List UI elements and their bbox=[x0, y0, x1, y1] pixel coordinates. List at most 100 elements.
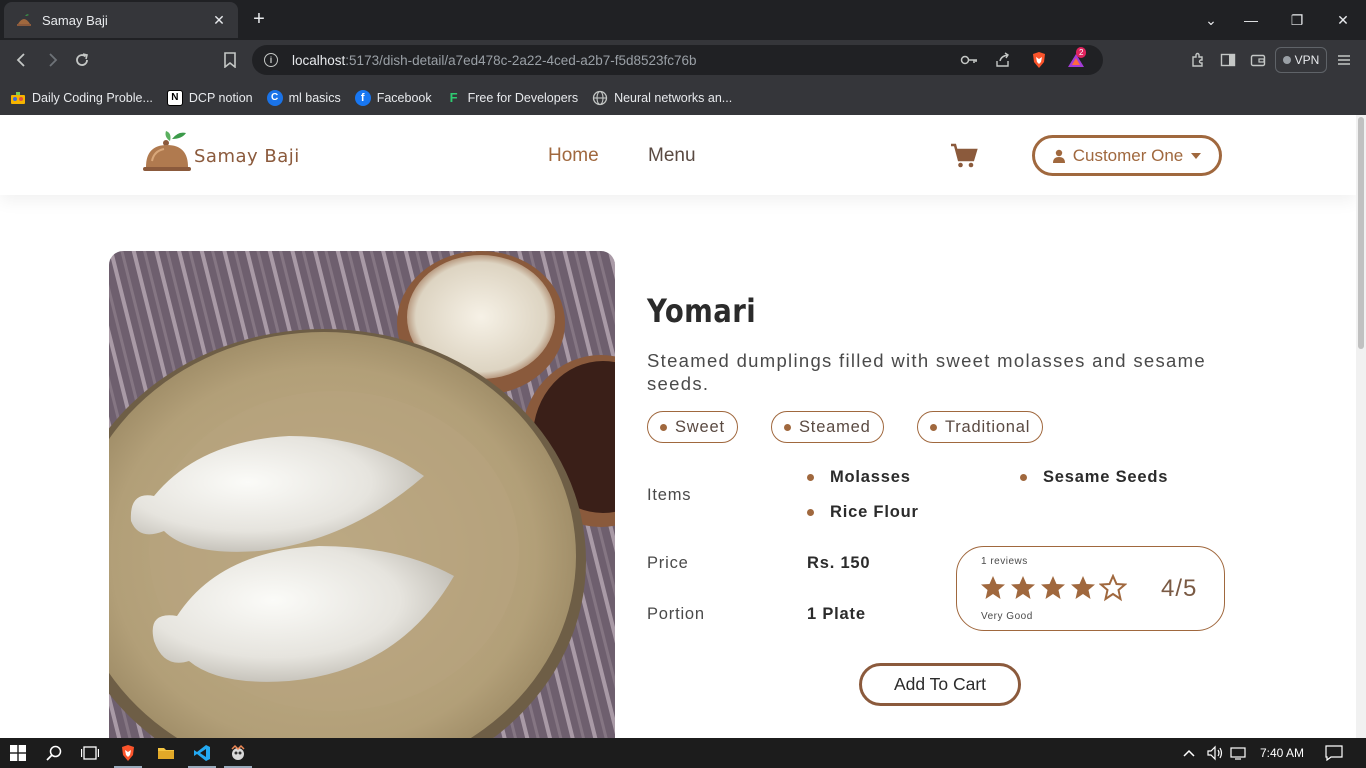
ingredient-item: Molasses bbox=[807, 468, 911, 487]
bookmark-item[interactable]: Daily Coding Proble... bbox=[10, 90, 153, 106]
ingredient-item: Sesame Seeds bbox=[1020, 468, 1168, 487]
tab-title: Samay Baji bbox=[42, 12, 108, 28]
page-scrollbar[interactable] bbox=[1356, 115, 1366, 738]
tag-label: Sweet bbox=[675, 417, 725, 436]
bookmark-item[interactable]: N DCP notion bbox=[166, 89, 253, 106]
tag-label: Traditional bbox=[945, 417, 1031, 436]
password-key-icon[interactable] bbox=[960, 51, 978, 69]
notifications-icon[interactable] bbox=[1325, 738, 1343, 768]
show-hidden-icons-icon[interactable] bbox=[1182, 738, 1196, 768]
tag-label: Steamed bbox=[799, 417, 871, 436]
extensions-icon[interactable] bbox=[1186, 48, 1210, 72]
app-taskbar-icon[interactable] bbox=[220, 738, 256, 768]
add-to-cart-button[interactable]: Add To Cart bbox=[859, 663, 1021, 706]
globe-icon bbox=[592, 90, 608, 106]
site-logo[interactable]: Samay Baji bbox=[142, 131, 300, 173]
rating-stars bbox=[979, 574, 1127, 602]
bookmark-label: Daily Coding Proble... bbox=[32, 90, 153, 105]
close-tab-icon[interactable]: ✕ bbox=[210, 12, 228, 29]
cart-icon[interactable] bbox=[950, 143, 978, 169]
portion-label: Portion bbox=[647, 605, 705, 623]
cloche-logo-icon bbox=[143, 131, 191, 171]
ingredient-name: Molasses bbox=[830, 468, 911, 486]
restore-icon[interactable]: ❐ bbox=[1274, 0, 1320, 40]
vpn-label: VPN bbox=[1294, 53, 1320, 67]
tag-dot-icon bbox=[784, 423, 791, 431]
bookmark-label: Neural networks an... bbox=[614, 90, 733, 105]
rating-card: 1 reviews 4/5 Very Good bbox=[956, 546, 1225, 631]
brave-taskbar-icon[interactable] bbox=[110, 738, 146, 768]
tag-steamed: Steamed bbox=[771, 411, 884, 443]
brave-shields-icon[interactable] bbox=[1030, 51, 1048, 69]
forward-icon[interactable] bbox=[40, 48, 64, 72]
bookmarks-bar: Daily Coding Proble... N DCP notion C ml… bbox=[0, 80, 1366, 115]
star-filled-icon bbox=[1011, 576, 1035, 599]
file-explorer-icon[interactable] bbox=[148, 738, 184, 768]
tag-sweet: Sweet bbox=[647, 411, 738, 443]
volume-icon[interactable] bbox=[1206, 738, 1224, 768]
bookmark-icon[interactable] bbox=[218, 48, 242, 72]
site-info-icon[interactable]: i bbox=[264, 53, 278, 67]
wallet-icon[interactable] bbox=[1246, 48, 1270, 72]
sidebar-icon[interactable] bbox=[1216, 48, 1240, 72]
task-view-icon[interactable] bbox=[72, 738, 108, 768]
bookmark-label: ml basics bbox=[288, 90, 341, 105]
bookmark-label: DCP notion bbox=[188, 90, 253, 105]
dish-title: Yomari bbox=[647, 292, 757, 330]
f-icon: F bbox=[449, 90, 458, 105]
vpn-button[interactable]: VPN bbox=[1275, 47, 1327, 73]
c-icon: C bbox=[266, 89, 283, 106]
browser-tab-bar: Samay Baji ✕ + ⌄ — ❐ ✕ bbox=[0, 0, 1366, 40]
items-label: Items bbox=[647, 486, 692, 504]
bookmark-item[interactable]: f Facebook bbox=[354, 89, 432, 106]
search-icon[interactable] bbox=[36, 738, 72, 768]
user-name: Customer One bbox=[1072, 145, 1184, 165]
reload-icon[interactable] bbox=[70, 48, 94, 72]
rating-score: 4/5 bbox=[1161, 575, 1198, 602]
user-menu-button[interactable]: Customer One bbox=[1032, 135, 1222, 176]
vscode-icon[interactable] bbox=[184, 738, 220, 768]
nav-menu-link[interactable]: Menu bbox=[648, 145, 696, 167]
tag-dot-icon bbox=[660, 423, 667, 431]
bookmark-item[interactable]: C ml basics bbox=[266, 89, 341, 106]
user-icon bbox=[1052, 149, 1065, 163]
brand-name: Samay Baji bbox=[194, 146, 300, 167]
clock-time[interactable]: 7:40 AM bbox=[1260, 738, 1304, 768]
minimize-icon[interactable]: — bbox=[1228, 0, 1274, 40]
vpn-status-icon bbox=[1282, 56, 1291, 64]
scrollbar-thumb[interactable] bbox=[1358, 117, 1364, 349]
nav-home-link[interactable]: Home bbox=[548, 145, 599, 167]
back-icon[interactable] bbox=[10, 48, 34, 72]
windows-taskbar: 7:40 AM bbox=[0, 738, 1366, 768]
star-filled-icon bbox=[1041, 576, 1065, 599]
dish-image bbox=[109, 251, 615, 738]
bookmark-label: Free for Developers bbox=[467, 90, 579, 105]
brave-rewards-icon[interactable]: 2 bbox=[1064, 47, 1090, 69]
tag-dot-icon bbox=[930, 423, 937, 431]
windows-start-icon[interactable] bbox=[0, 738, 36, 768]
tag-traditional: Traditional bbox=[917, 411, 1044, 443]
notion-icon: N bbox=[166, 89, 183, 106]
network-icon[interactable] bbox=[1230, 738, 1248, 768]
browser-menu-icon[interactable] bbox=[1332, 48, 1356, 72]
url-path: :5173/dish-detail/a7ed478c-2a22-4ced-a2b… bbox=[345, 52, 697, 68]
caret-down-icon bbox=[1191, 152, 1202, 159]
web-page: Samay Baji Home Menu Customer One Yomari… bbox=[0, 115, 1356, 738]
dish-description: Steamed dumplings filled with sweet mola… bbox=[647, 350, 1206, 394]
ingredient-name: Sesame Seeds bbox=[1043, 468, 1169, 486]
ingredient-item: Rice Flour bbox=[807, 503, 919, 522]
samay-baji-favicon-icon bbox=[17, 14, 31, 26]
star-empty-icon bbox=[1099, 574, 1127, 602]
share-icon[interactable] bbox=[994, 51, 1012, 69]
star-filled-icon bbox=[981, 576, 1005, 599]
price-value: Rs. 150 bbox=[807, 554, 871, 572]
browser-tab[interactable]: Samay Baji ✕ bbox=[4, 2, 238, 38]
bullet-icon bbox=[807, 474, 814, 481]
bookmark-label: Facebook bbox=[376, 90, 432, 105]
review-count: 1 reviews bbox=[981, 556, 1028, 567]
close-window-icon[interactable]: ✕ bbox=[1320, 0, 1366, 40]
new-tab-icon[interactable]: + bbox=[248, 8, 270, 30]
bookmark-item[interactable]: Neural networks an... bbox=[592, 90, 732, 106]
facebook-icon: f bbox=[354, 89, 371, 106]
bookmark-item[interactable]: F Free for Developers bbox=[446, 90, 578, 106]
